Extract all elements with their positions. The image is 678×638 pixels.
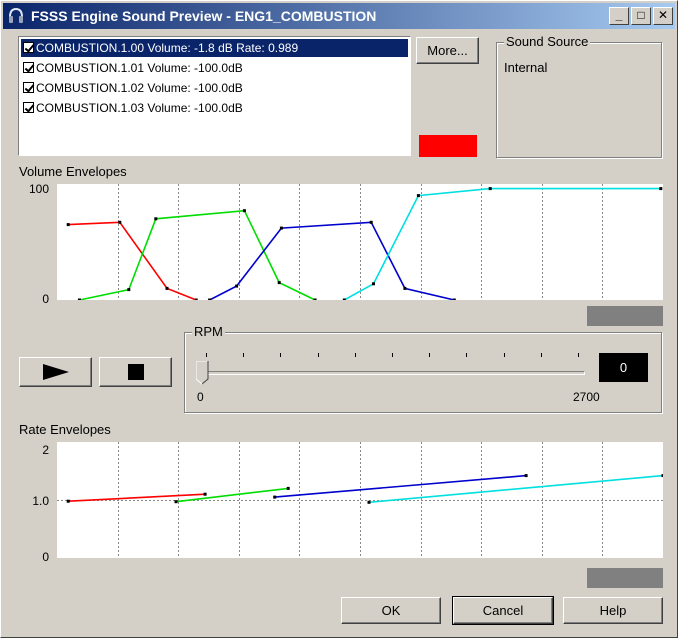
envelope-point bbox=[203, 492, 207, 496]
envelope-point bbox=[208, 298, 212, 300]
sound-enabled-checkbox[interactable] bbox=[23, 42, 34, 53]
envelope-point bbox=[661, 474, 663, 478]
sound-list-item-label: COMBUSTION.1.03 Volume: -100.0dB bbox=[36, 101, 243, 115]
rate-scroll-bar[interactable] bbox=[587, 568, 663, 588]
sound-list-item[interactable]: COMBUSTION.1.00 Volume: -1.8 dB Rate: 0.… bbox=[21, 39, 408, 57]
envelope-point bbox=[416, 194, 420, 198]
sound-list-item[interactable]: COMBUSTION.1.01 Volume: -100.0dB bbox=[21, 59, 408, 77]
sound-enabled-checkbox[interactable] bbox=[23, 82, 34, 93]
envelope-point bbox=[286, 486, 290, 490]
rate-y-label-bottom: 0 bbox=[42, 550, 49, 564]
rpm-tick bbox=[392, 353, 393, 357]
envelope-series-line bbox=[68, 221, 197, 300]
volume-envelope-chart[interactable] bbox=[57, 184, 663, 300]
envelope-point bbox=[313, 298, 317, 300]
rpm-tick bbox=[243, 353, 245, 357]
rpm-tick bbox=[466, 353, 468, 357]
volume-envelopes-label: Volume Envelopes bbox=[19, 164, 127, 179]
envelope-point bbox=[273, 495, 277, 499]
ok-button[interactable]: OK bbox=[341, 597, 441, 624]
envelope-point bbox=[367, 500, 371, 504]
maximize-button[interactable]: □ bbox=[631, 7, 651, 25]
rate-envelope-chart[interactable] bbox=[57, 442, 663, 558]
envelope-point bbox=[659, 187, 663, 191]
sound-enabled-checkbox[interactable] bbox=[23, 62, 34, 73]
envelope-series-line bbox=[79, 209, 316, 300]
envelope-point bbox=[369, 220, 373, 224]
envelope-series-line bbox=[368, 474, 663, 504]
close-button[interactable]: ✕ bbox=[653, 7, 673, 25]
rpm-slider-thumb[interactable] bbox=[196, 361, 209, 385]
more-button[interactable]: More... bbox=[416, 37, 479, 64]
envelope-point bbox=[279, 226, 283, 230]
sound-list-item[interactable]: COMBUSTION.1.03 Volume: -100.0dB bbox=[21, 99, 408, 117]
rpm-tick bbox=[354, 353, 356, 357]
rpm-value-display: 0 bbox=[599, 353, 648, 382]
engine-sound-preview-window: FSSS Engine Sound Preview - ENG1_COMBUST… bbox=[0, 0, 678, 638]
volume-scroll-bar[interactable] bbox=[587, 306, 663, 326]
envelope-series-line bbox=[274, 474, 527, 498]
volume-y-max-label: 100 bbox=[28, 182, 49, 196]
envelope-point bbox=[372, 282, 375, 286]
window-title: FSSS Engine Sound Preview - ENG1_COMBUST… bbox=[31, 8, 377, 24]
envelope-point bbox=[118, 220, 122, 224]
sound-list-item-label: COMBUSTION.1.01 Volume: -100.0dB bbox=[36, 61, 243, 75]
stop-icon bbox=[127, 364, 144, 380]
rpm-tick bbox=[206, 353, 207, 357]
envelope-point bbox=[66, 223, 70, 227]
envelope-point bbox=[235, 284, 239, 288]
rate-y-label-top: 2 bbox=[42, 443, 49, 457]
rate-envelopes-label: Rate Envelopes bbox=[19, 422, 111, 437]
sound-enabled-checkbox[interactable] bbox=[23, 102, 34, 113]
rpm-tick bbox=[317, 353, 319, 357]
sound-list-item-label: COMBUSTION.1.00 Volume: -1.8 dB Rate: 0.… bbox=[36, 41, 299, 55]
title-bar[interactable]: FSSS Engine Sound Preview - ENG1_COMBUST… bbox=[3, 3, 675, 29]
rpm-tick bbox=[429, 353, 431, 357]
envelope-point bbox=[66, 499, 70, 503]
envelope-point bbox=[77, 298, 81, 300]
stop-button[interactable] bbox=[99, 357, 172, 387]
sound-list[interactable]: COMBUSTION.1.00 Volume: -1.8 dB Rate: 0.… bbox=[18, 36, 411, 156]
envelope-point bbox=[403, 286, 407, 290]
envelope-point bbox=[524, 474, 528, 478]
envelope-point bbox=[488, 187, 492, 191]
envelope-point bbox=[277, 281, 281, 285]
sound-source-label: Sound Source bbox=[504, 34, 591, 49]
rpm-tick bbox=[280, 353, 282, 357]
envelope-point bbox=[452, 298, 456, 300]
rpm-tick bbox=[578, 353, 579, 357]
envelope-point bbox=[154, 217, 158, 221]
rpm-tick bbox=[503, 353, 505, 357]
sound-list-item-label: COMBUSTION.1.02 Volume: -100.0dB bbox=[36, 81, 243, 95]
rpm-max-label: 2700 bbox=[573, 390, 600, 404]
minimize-button[interactable]: _ bbox=[609, 7, 629, 25]
envelope-point bbox=[174, 500, 178, 504]
envelope-series-line bbox=[343, 187, 661, 300]
rpm-tick bbox=[540, 353, 542, 357]
rpm-label: RPM bbox=[192, 324, 225, 339]
envelope-point bbox=[342, 298, 346, 300]
selected-color-swatch[interactable] bbox=[419, 135, 477, 157]
envelope-point bbox=[194, 298, 198, 300]
cancel-button[interactable]: Cancel bbox=[452, 596, 554, 625]
help-button[interactable]: Help bbox=[563, 597, 663, 624]
envelope-point bbox=[127, 288, 131, 292]
volume-y-min-label: 0 bbox=[42, 292, 49, 306]
envelope-series-line bbox=[209, 221, 455, 300]
sound-list-item[interactable]: COMBUSTION.1.02 Volume: -100.0dB bbox=[21, 79, 408, 97]
rate-y-label-mid: 1.0 bbox=[32, 494, 49, 508]
rpm-min-label: 0 bbox=[197, 390, 204, 404]
play-icon bbox=[42, 364, 69, 380]
sound-source-value: Internal bbox=[504, 60, 548, 75]
envelope-point bbox=[165, 286, 169, 290]
rpm-slider-track[interactable] bbox=[201, 371, 585, 375]
envelope-point bbox=[242, 209, 246, 213]
headphones-icon bbox=[9, 7, 23, 23]
play-button[interactable] bbox=[19, 357, 92, 387]
